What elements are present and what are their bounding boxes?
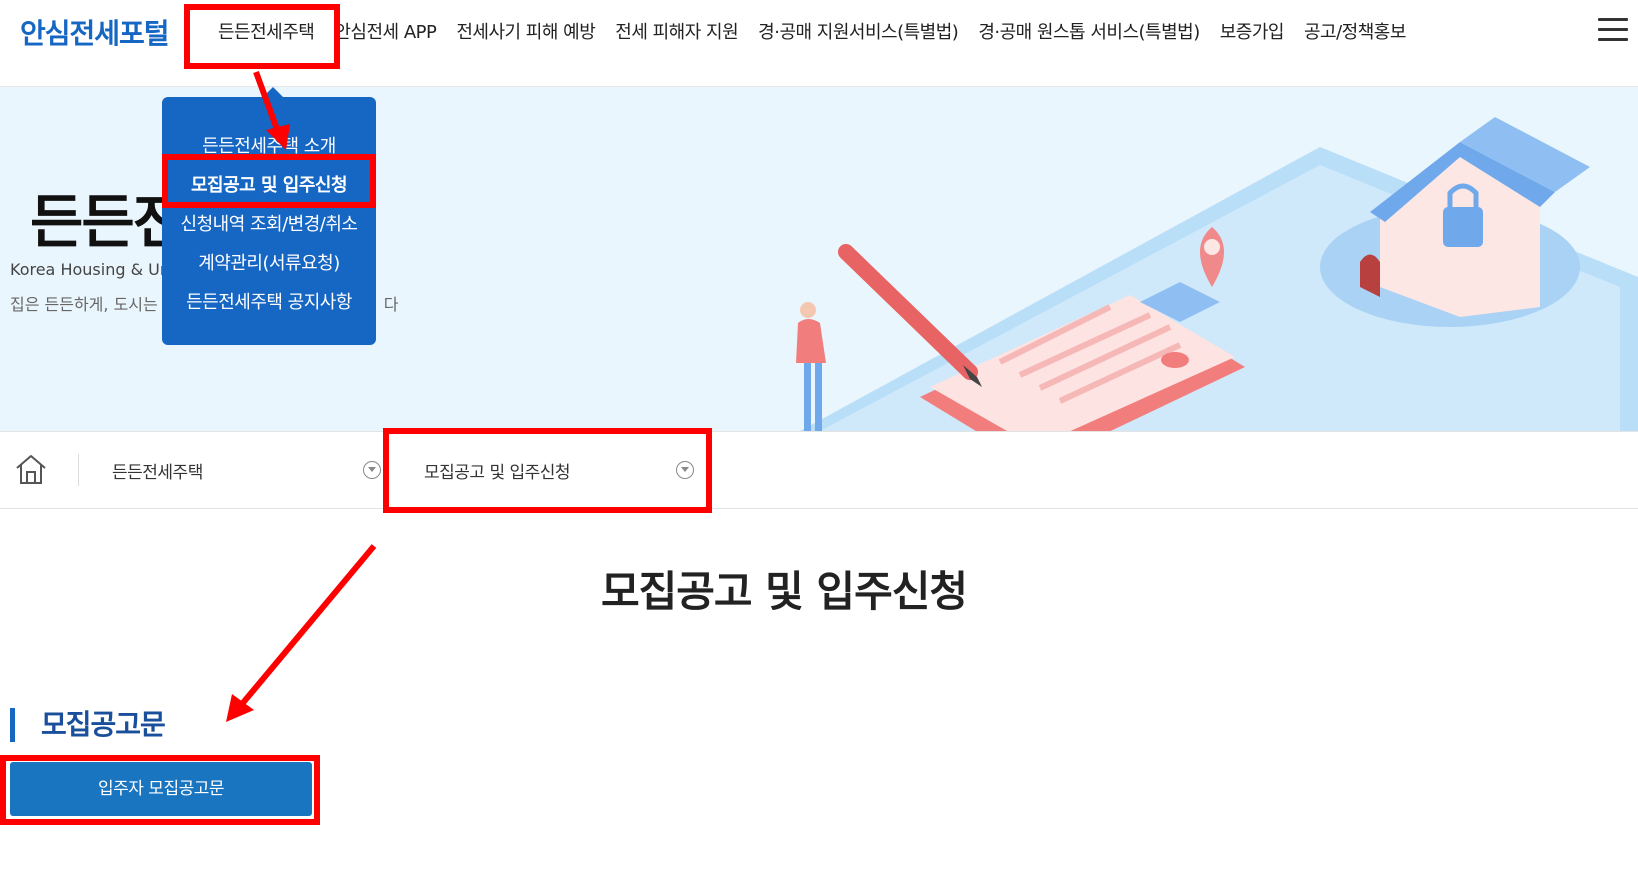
site-header: 안심전세포털 든든전세주택 안심전세 APP 전세사기 피해 예방 전세 피해자… bbox=[0, 0, 1638, 87]
hero-title: 든든전 bbox=[30, 188, 186, 256]
submenu-item-intro[interactable]: 든든전세주택 소개 bbox=[162, 132, 376, 158]
hero-description-tail: 다 bbox=[383, 295, 399, 314]
submenu-dropdown: 든든전세주택 소개 모집공고 및 입주신청 신청내역 조회/변경/취소 계약관리… bbox=[162, 97, 376, 345]
nav-item-fraud-prevention[interactable]: 전세사기 피해 예방 bbox=[446, 18, 605, 44]
hero-subtitle: Korea Housing & Urb bbox=[10, 260, 177, 279]
nav-item-auction-onestop[interactable]: 경·공매 원스톱 서비스(특별법) bbox=[968, 18, 1209, 44]
nav-item-auction-support[interactable]: 경·공매 지원서비스(특별법) bbox=[748, 18, 968, 44]
chevron-down-icon[interactable] bbox=[676, 461, 694, 479]
chevron-down-icon[interactable] bbox=[363, 461, 381, 479]
page-title: 모집공고 및 입주신청 bbox=[600, 567, 968, 616]
breadcrumb-divider bbox=[78, 454, 79, 486]
nav-item-ansim-app[interactable]: 안심전세 APP bbox=[334, 18, 446, 44]
submenu-item-recruitment[interactable]: 모집공고 및 입주신청 bbox=[162, 171, 376, 197]
site-logo[interactable]: 안심전세포털 bbox=[20, 12, 170, 52]
main-nav: 든든전세주택 안심전세 APP 전세사기 피해 예방 전세 피해자 지원 경·공… bbox=[210, 18, 1416, 44]
breadcrumb-level1[interactable]: 든든전세주택 bbox=[112, 458, 203, 483]
home-icon[interactable] bbox=[14, 452, 48, 486]
nav-item-victim-support[interactable]: 전세 피해자 지원 bbox=[605, 18, 748, 44]
hero-description-text: 집은 든든하게, 도시는 bbox=[10, 295, 158, 314]
recruitment-notice-button[interactable]: 입주자 모집공고문 bbox=[10, 762, 312, 816]
nav-item-dundun-jeonse[interactable]: 든든전세주택 bbox=[210, 18, 334, 44]
hero-illustration bbox=[796, 117, 1638, 431]
submenu-item-application-history[interactable]: 신청내역 조회/변경/취소 bbox=[162, 210, 376, 236]
submenu-item-contract[interactable]: 계약관리(서류요청) bbox=[162, 249, 376, 275]
section-title: 모집공고문 bbox=[10, 708, 166, 742]
submenu-item-notices[interactable]: 든든전세주택 공지사항 bbox=[162, 288, 376, 314]
breadcrumb-level2[interactable]: 모집공고 및 입주신청 bbox=[424, 458, 571, 483]
nav-item-notice-policy[interactable]: 공고/정책홍보 bbox=[1294, 18, 1416, 44]
hamburger-menu-icon[interactable] bbox=[1598, 18, 1628, 44]
breadcrumb: 든든전세주택 모집공고 및 입주신청 bbox=[0, 431, 1638, 509]
nav-item-guarantee[interactable]: 보증가입 bbox=[1210, 18, 1294, 44]
